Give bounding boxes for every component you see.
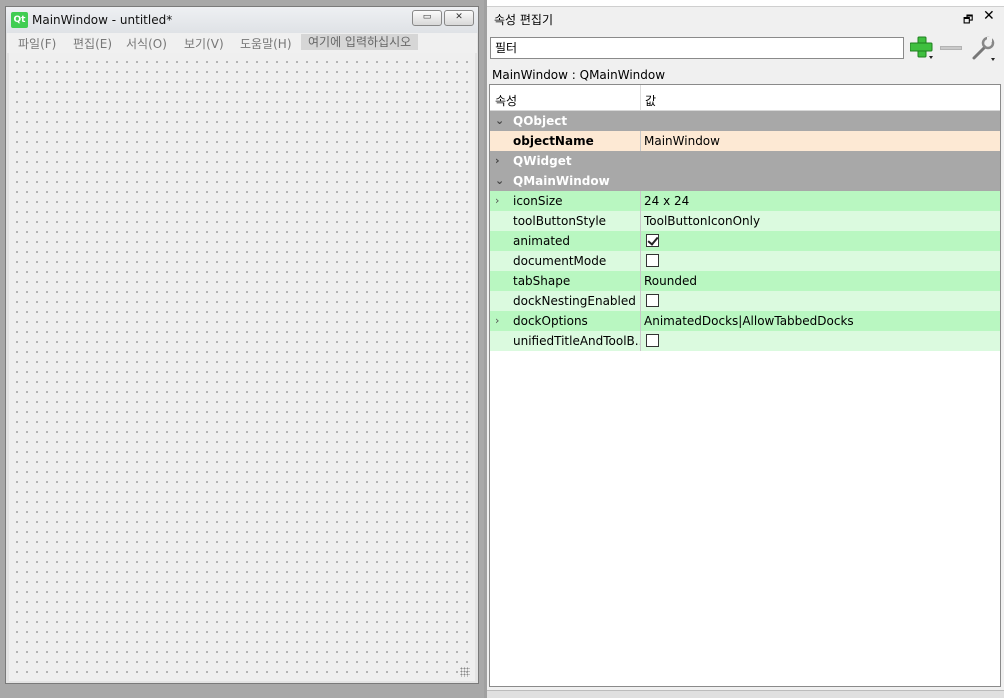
property-group-qobject[interactable]: ⌄ QObject [490,111,1000,131]
menu-edit[interactable]: 편집(E) [73,35,112,52]
menu-format[interactable]: 서식(O) [126,35,167,52]
property-name: unifiedTitleAndToolB... [510,331,640,351]
property-row-toolbuttonstyle[interactable]: toolButtonStyle ToolButtonIconOnly [490,211,1000,231]
property-row-dockoptions[interactable]: › dockOptions AnimatedDocks|AllowTabbedDoc… [490,311,1000,331]
form-menubar: 파일(F) 편집(E) 서식(O) 보기(V) 도움말(H) 여기에 입력하십시… [7,33,477,53]
form-canvas[interactable] [9,53,475,681]
menu-view[interactable]: 보기(V) [184,35,224,52]
object-label: MainWindow : QMainWindow [492,68,666,82]
group-label: QObject [513,114,568,128]
form-window[interactable]: Qt MainWindow - untitled* ▭ ✕ 파일(F) 편집(E… [5,6,479,684]
collapse-arrow-icon[interactable]: ⌄ [495,174,504,187]
form-titlebar[interactable]: Qt MainWindow - untitled* ▭ ✕ [6,7,478,33]
checkbox-icon[interactable] [646,334,659,347]
property-name: iconSize [510,191,640,211]
dock-title: 속성 편집기 [494,13,554,27]
filter-input[interactable] [490,37,904,59]
close-icon[interactable]: ✕ [983,8,995,24]
property-value[interactable]: Rounded [640,271,1000,291]
expand-arrow-icon[interactable]: › [495,194,499,207]
row-gutter [490,211,510,231]
menu-file[interactable]: 파일(F) [18,35,56,52]
size-grip-icon[interactable] [460,667,470,677]
expand-arrow-icon[interactable]: › [495,154,500,167]
group-label: QWidget [513,154,572,168]
row-gutter [490,311,510,331]
top-strip [487,0,1004,7]
property-value[interactable] [640,291,1000,311]
collapse-arrow-icon[interactable]: ⌄ [495,114,504,127]
qt-logo-icon: Qt [11,12,28,28]
form-title: MainWindow - untitled* [32,13,173,27]
float-icon[interactable]: 🗗 [963,11,973,30]
row-gutter [490,191,510,211]
close-button[interactable]: ✕ [444,10,474,26]
row-gutter [490,131,510,151]
property-value[interactable] [640,231,1000,251]
checkbox-icon[interactable] [646,294,659,307]
property-row-tabshape[interactable]: tabShape Rounded [490,271,1000,291]
property-value[interactable]: MainWindow [640,131,1000,151]
form-mdi-area: Qt MainWindow - untitled* ▭ ✕ 파일(F) 편집(E… [0,0,484,698]
header-separator[interactable] [640,85,641,110]
row-gutter [490,291,510,311]
property-row-objectname[interactable]: objectName MainWindow [490,131,1000,151]
property-value[interactable] [640,251,1000,271]
property-group-qmainwindow[interactable]: ⌄ QMainWindow [490,171,1000,191]
tree-header: 속성 값 [490,85,1000,111]
header-value[interactable]: 값 [645,92,656,109]
property-value[interactable]: 24 x 24 [640,191,1000,211]
remove-icon[interactable] [940,46,962,50]
property-name: objectName [510,131,640,151]
property-editor-dock: 속성 편집기 🗗 ✕ MainWindow : QMainWindow 속성 값… [487,0,1004,698]
property-row-docknestingenabled[interactable]: dockNestingEnabled [490,291,1000,311]
row-gutter [490,251,510,271]
property-row-animated[interactable]: animated [490,231,1000,251]
row-gutter [490,231,510,251]
property-group-qwidget[interactable]: › QWidget [490,151,1000,171]
property-value[interactable]: AnimatedDocks|AllowTabbedDocks [640,311,1000,331]
row-gutter [490,271,510,291]
property-row-iconsize[interactable]: › iconSize 24 x 24 [490,191,1000,211]
menu-type-here[interactable]: 여기에 입력하십시오 [301,34,419,50]
property-value[interactable] [640,331,1000,351]
property-name: documentMode [510,251,640,271]
property-row-documentmode[interactable]: documentMode [490,251,1000,271]
close-icon: ✕ [455,12,463,22]
property-name: animated [510,231,640,251]
minimize-button[interactable]: ▭ [412,10,442,26]
property-name: toolButtonStyle [510,211,640,231]
property-name: dockOptions [510,311,640,331]
group-label: QMainWindow [513,174,610,188]
menu-help[interactable]: 도움말(H) [240,35,292,52]
property-name: tabShape [510,271,640,291]
checkbox-icon[interactable] [646,234,659,247]
row-gutter [490,331,510,351]
property-value[interactable]: ToolButtonIconOnly [640,211,1000,231]
add-icon[interactable] [910,36,934,60]
checkbox-icon[interactable] [646,254,659,267]
minimize-icon: ▭ [422,12,432,22]
configure-icon[interactable] [971,36,997,62]
expand-arrow-icon[interactable]: › [495,314,499,327]
property-row-unifiedtitleandtoolb[interactable]: unifiedTitleAndToolB... [490,331,1000,351]
property-tree[interactable]: 속성 값 ⌄ QObject objectName MainWindow › QWidge… [489,84,1001,687]
bottom-strip [487,690,1004,698]
header-property[interactable]: 속성 [495,92,517,109]
property-name: dockNestingEnabled [510,291,640,311]
